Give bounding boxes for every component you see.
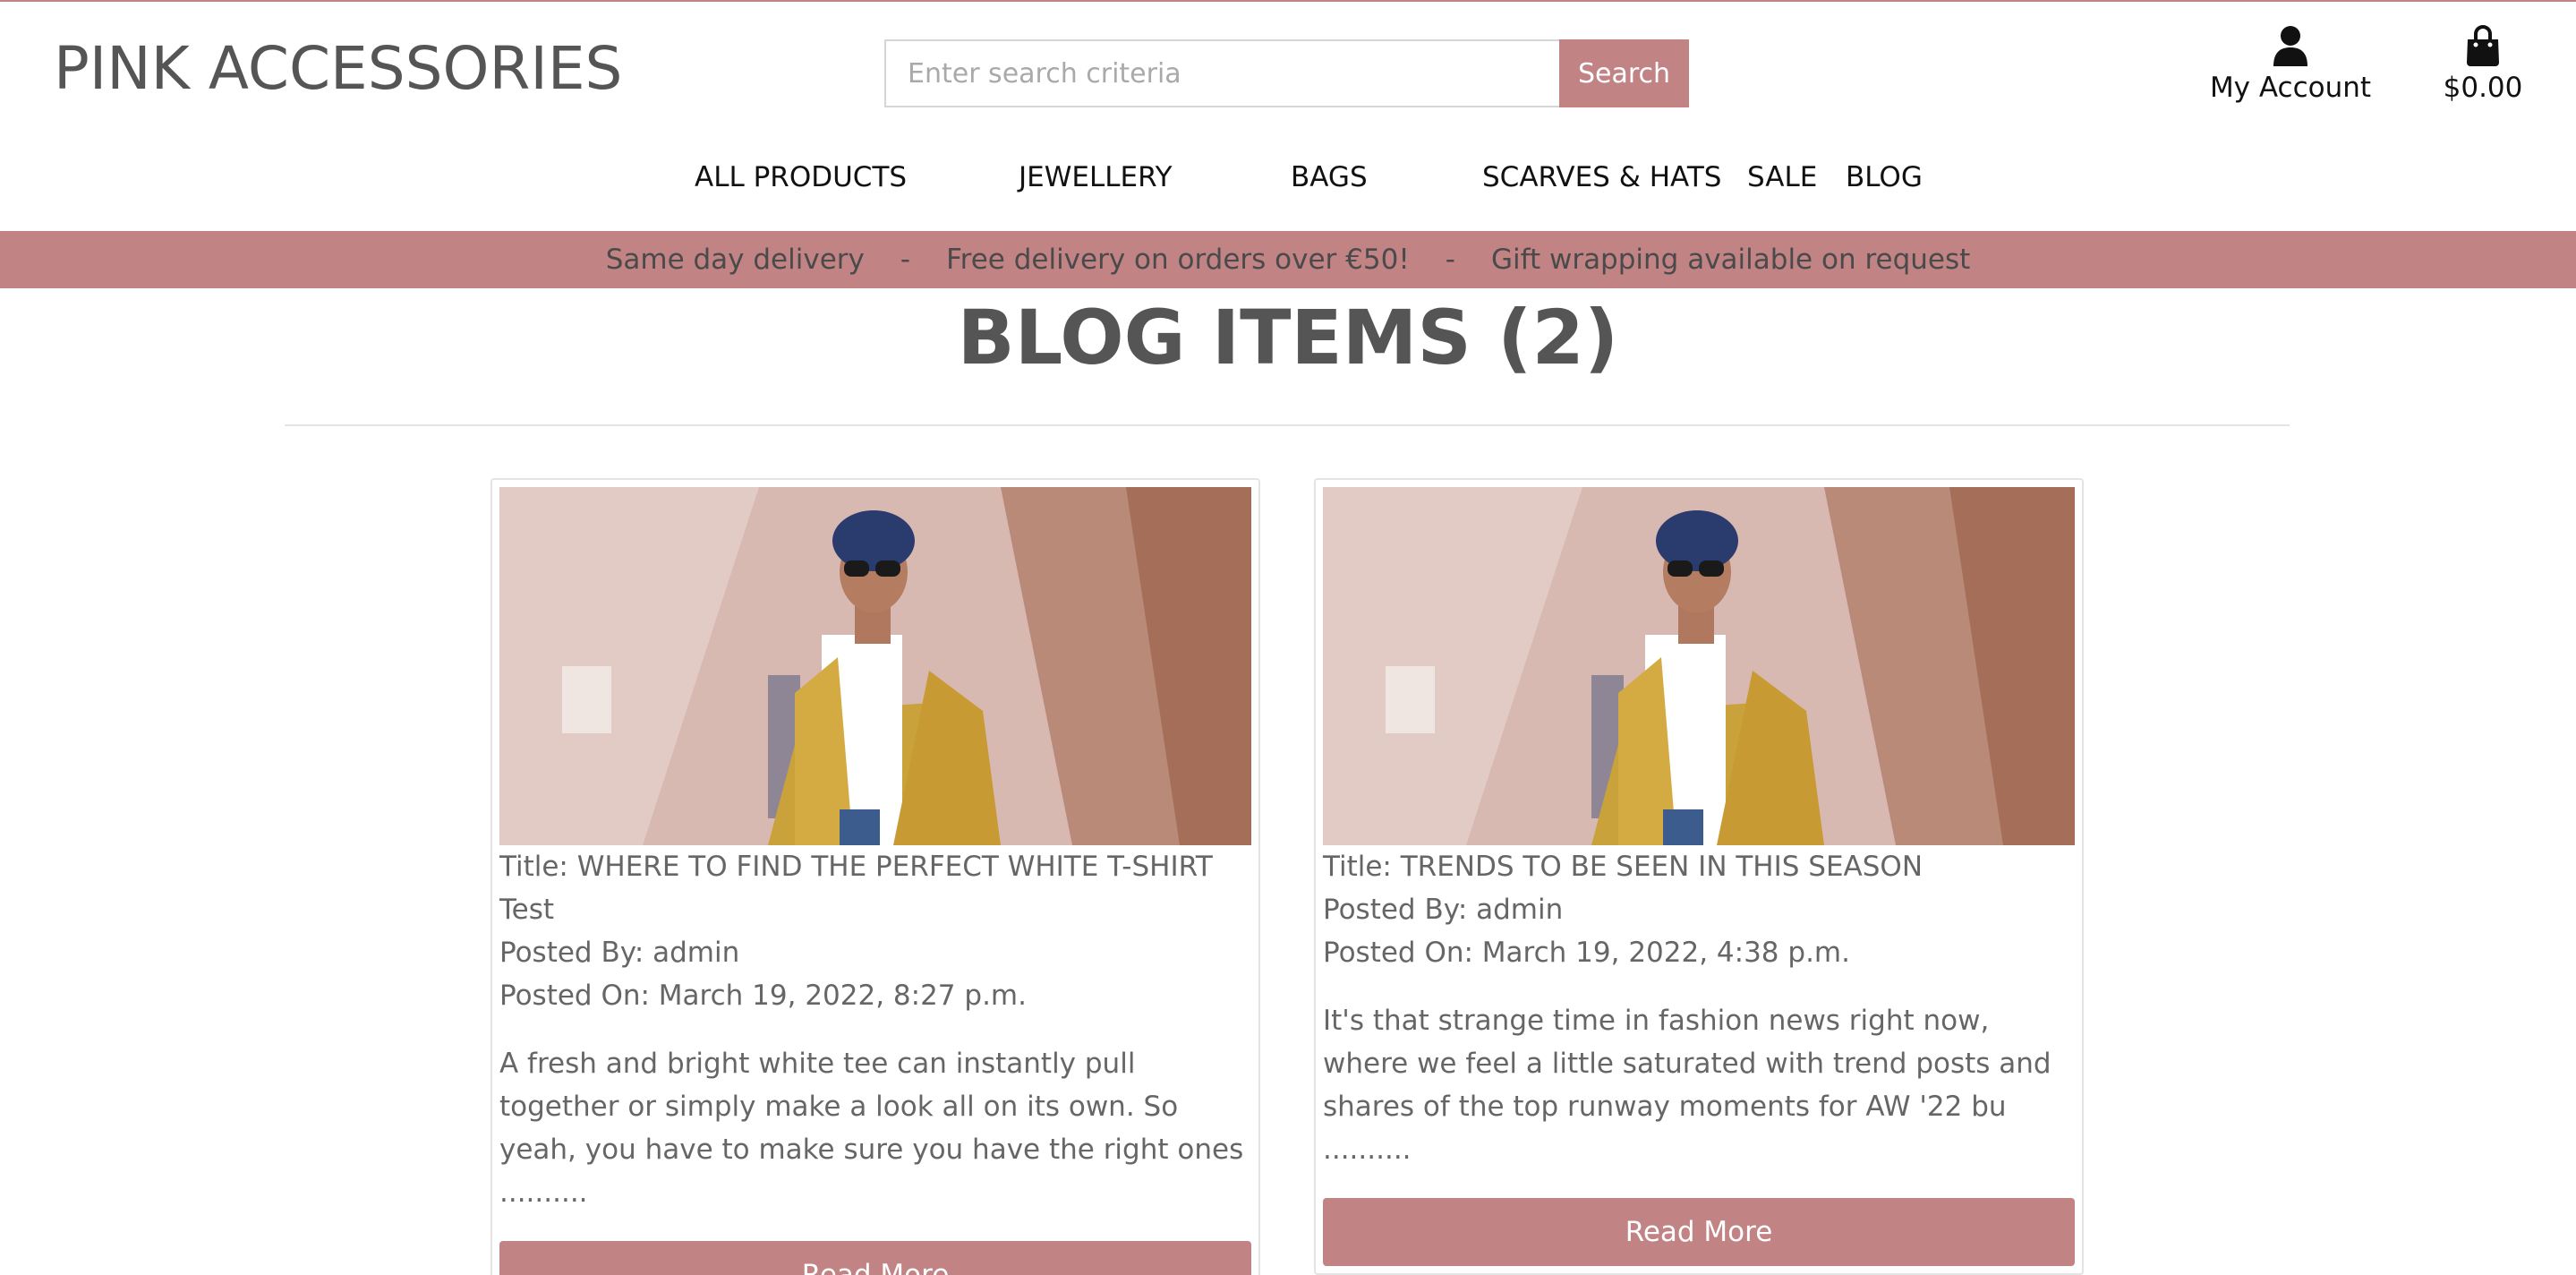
promo-banner: Same day delivery - Free delivery on ord… <box>0 231 2576 288</box>
site-logo[interactable]: PINK ACCESSORIES <box>54 34 622 103</box>
user-icon <box>2205 25 2376 66</box>
blog-title: Title: TRENDS TO BE SEEN IN THIS SEASON <box>1323 851 1923 883</box>
banner-same-day: Same day delivery <box>605 244 865 276</box>
nav-bags[interactable]: BAGS <box>1291 161 1368 193</box>
blog-posted-by: Posted By: admin <box>1323 894 1564 926</box>
blog-excerpt: It's that strange time in fashion news r… <box>1323 1005 2051 1166</box>
blog-post-image[interactable] <box>499 487 1251 845</box>
page-title: BLOG ITEMS (2) <box>957 294 1619 381</box>
blog-card: Title: TRENDS TO BE SEEN IN THIS SEASON … <box>1314 478 2084 1275</box>
title-divider <box>285 424 2290 426</box>
search-input[interactable] <box>884 39 1559 107</box>
blog-posted-on: Posted On: March 19, 2022, 4:38 p.m. <box>1323 937 1850 969</box>
nav-all-products[interactable]: ALL PRODUCTS <box>695 161 907 193</box>
main-navigation: ALL PRODUCTS JEWELLERY BAGS SCARVES & HA… <box>0 161 2576 201</box>
blog-title: Title: WHERE TO FIND THE PERFECT WHITE T… <box>499 851 1213 883</box>
blog-post-image[interactable] <box>1323 487 2075 845</box>
blog-excerpt: A fresh and bright white tee can instant… <box>499 1048 1244 1209</box>
banner-separator: - <box>1445 244 1455 276</box>
my-account-link[interactable]: My Account <box>2205 25 2376 104</box>
cart-total: $0.00 <box>2443 72 2523 104</box>
blog-posted-on: Posted On: March 19, 2022, 8:27 p.m. <box>499 980 1027 1012</box>
nav-scarves-hats[interactable]: SCARVES & HATS <box>1482 161 1721 193</box>
my-account-label: My Account <box>2209 72 2372 104</box>
read-more-button[interactable]: Read More <box>499 1241 1251 1275</box>
nav-sale[interactable]: SALE <box>1747 161 1817 193</box>
nav-blog[interactable]: BLOG <box>1846 161 1923 193</box>
shopping-bag-icon <box>2431 25 2535 66</box>
blog-card: Title: WHERE TO FIND THE PERFECT WHITE T… <box>490 478 1260 1275</box>
banner-free-delivery: Free delivery on orders over €50! <box>946 244 1410 276</box>
blog-posted-by: Posted By: admin <box>499 937 740 969</box>
search-button[interactable]: Search <box>1559 39 1689 107</box>
banner-gift-wrapping: Gift wrapping available on request <box>1490 244 1971 276</box>
cart-link[interactable]: $0.00 <box>2431 25 2535 104</box>
banner-separator: - <box>900 244 911 276</box>
top-accent-line <box>0 0 2576 2</box>
read-more-button[interactable]: Read More <box>1323 1198 2075 1266</box>
blog-title-continued: Test <box>499 894 555 926</box>
nav-jewellery[interactable]: JEWELLERY <box>1019 161 1173 193</box>
